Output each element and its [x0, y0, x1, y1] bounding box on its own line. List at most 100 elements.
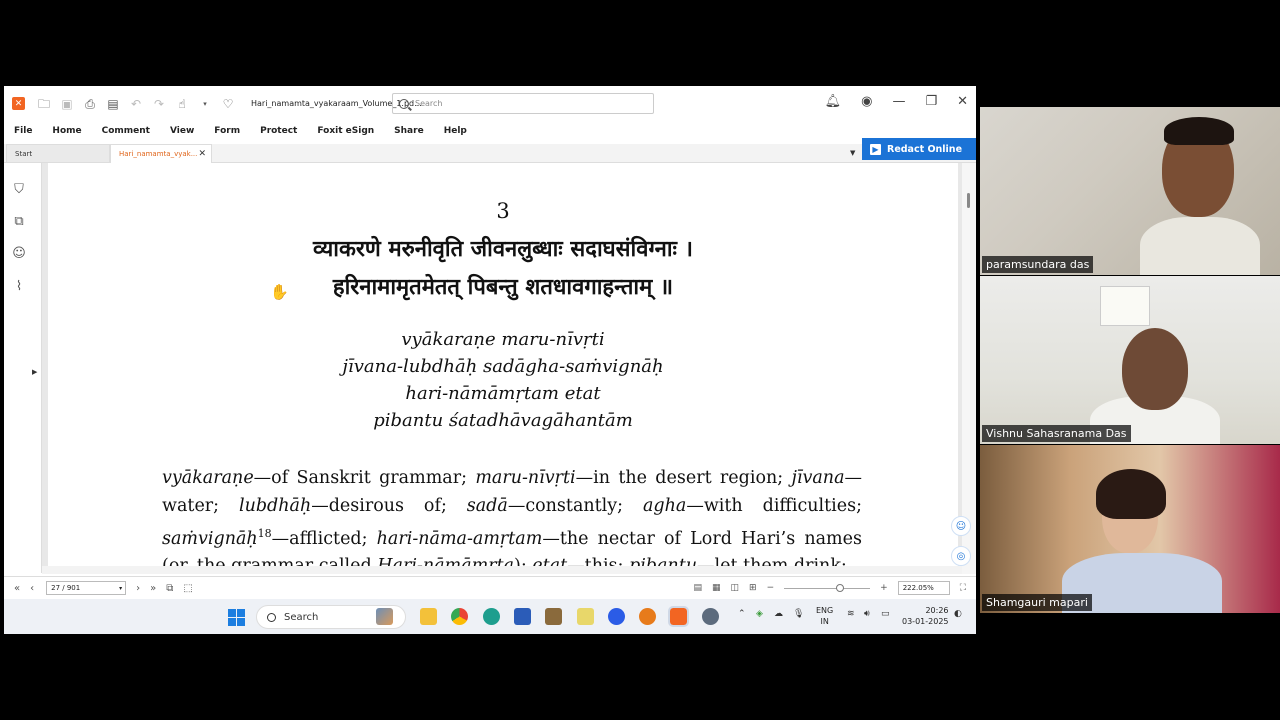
redact-online-button[interactable]: ▶ Redact Online: [862, 138, 976, 160]
menu-home[interactable]: Home: [52, 126, 81, 136]
magnifier-app-icon[interactable]: [639, 608, 656, 625]
chrome-icon[interactable]: [451, 608, 468, 625]
attachment-icon[interactable]: ⌇: [12, 280, 26, 294]
hand-tool-icon[interactable]: ☝: [175, 98, 189, 110]
wifi-icon[interactable]: ≋: [847, 609, 855, 619]
menu-view[interactable]: View: [170, 126, 194, 136]
menu-foxit-esign[interactable]: Foxit eSign: [317, 126, 374, 136]
battery-icon[interactable]: ▭: [881, 609, 890, 619]
continuous-facing-icon[interactable]: ⊞: [749, 583, 757, 593]
verse-number: 3: [496, 199, 510, 223]
gloss: —desirous of;: [311, 495, 467, 516]
notification-icon[interactable]: ◐: [954, 609, 962, 619]
zoom-out-icon[interactable]: −: [767, 583, 775, 593]
tray-app-icon[interactable]: ◈: [756, 609, 763, 619]
close-button[interactable]: ✕: [957, 94, 968, 109]
zoom-in-icon[interactable]: +: [880, 583, 888, 593]
notes-icon[interactable]: [577, 608, 594, 625]
bell-icon[interactable]: 🔔︎: [825, 94, 842, 109]
bookmark-icon[interactable]: ⛉: [12, 183, 26, 197]
book-app-icon[interactable]: [545, 608, 562, 625]
participant-video-1[interactable]: paramsundara das: [980, 107, 1280, 275]
redact-online-label: Redact Online: [887, 143, 963, 155]
page-number-input[interactable]: 27 / 901 ▾: [46, 581, 127, 595]
comments-icon[interactable]: ☺: [12, 247, 26, 261]
participant-video-3[interactable]: Shamgauri mapari: [980, 445, 1280, 613]
fit-page-icon[interactable]: ⬚: [183, 583, 192, 594]
menu-share[interactable]: Share: [394, 126, 424, 136]
settings-taskbar-icon[interactable]: [702, 608, 719, 625]
volume-icon[interactable]: 🔊︎: [864, 609, 870, 619]
zoom-slider[interactable]: [784, 583, 871, 592]
participant-hair: [1164, 117, 1234, 145]
minimize-button[interactable]: —: [892, 94, 905, 109]
open-folder-icon[interactable]: 🗀: [37, 98, 51, 110]
menu-help[interactable]: Help: [444, 126, 467, 136]
footnote-marker[interactable]: 18: [258, 527, 272, 540]
bookmark-heart-icon[interactable]: ♡: [221, 98, 235, 110]
zoom-app-icon[interactable]: [608, 608, 625, 625]
tray-chevron-icon[interactable]: ⌃: [738, 609, 746, 619]
word-icon[interactable]: [514, 608, 531, 625]
properties-icon[interactable]: ▤: [106, 98, 120, 110]
redo-icon[interactable]: ↷: [152, 98, 166, 110]
copy-page-icon[interactable]: ⧉: [166, 583, 173, 594]
navigation-panel: ⛉ ⧉ ☺ ⌇ ▶: [4, 163, 42, 573]
sanskrit-verse-line-2: हरिनामामृतमेतत् पिबन्तु शतधावगाहन्ताम् ॥: [332, 274, 674, 300]
foxit-taskbar-icon[interactable]: [668, 606, 689, 627]
facing-icon[interactable]: ◫: [731, 583, 740, 593]
menu-protect[interactable]: Protect: [260, 126, 297, 136]
participant-video-2[interactable]: Vishnu Sahasranama Das: [980, 276, 1280, 444]
zoom-slider-knob[interactable]: [836, 583, 845, 592]
start-windows-icon[interactable]: [228, 609, 245, 626]
clock-time: 20:26: [925, 606, 949, 615]
window-controls: 🔔︎ ◉ — ❐ ✕: [825, 94, 968, 109]
maximize-button[interactable]: ❐: [925, 94, 937, 109]
gloss: —with difficulties;: [686, 495, 862, 516]
chat-assistant-icon[interactable]: ☺: [951, 516, 971, 536]
first-page-icon[interactable]: «: [14, 583, 20, 594]
tabs-dropdown-icon[interactable]: ▼: [850, 149, 855, 157]
single-page-icon[interactable]: ▤: [694, 583, 703, 593]
fullscreen-icon[interactable]: ⛶: [960, 583, 966, 593]
ai-assistant-icon[interactable]: ◎: [951, 546, 971, 566]
last-page-icon[interactable]: »: [150, 583, 156, 594]
account-icon[interactable]: ◉: [861, 94, 872, 109]
scrollbar-thumb[interactable]: [967, 193, 970, 208]
language-indicator[interactable]: ENG IN: [816, 605, 833, 627]
zoom-level-input[interactable]: 222.05%: [897, 581, 950, 595]
whatsapp-icon[interactable]: [483, 608, 500, 625]
prev-page-icon[interactable]: ‹: [30, 583, 34, 594]
document-viewer[interactable]: 3 व्याकरणे मरुनीवृति जीवनलुब्धाः सदाघसंव…: [42, 163, 962, 574]
gloss: —of Sanskrit grammar;: [253, 468, 476, 488]
tab-start[interactable]: Start: [6, 144, 110, 163]
vertical-scrollbar[interactable]: [962, 163, 976, 574]
continuous-icon[interactable]: ▦: [712, 583, 721, 593]
tab-document[interactable]: Hari_namamta_vyak... ✕: [110, 144, 212, 163]
pages-icon[interactable]: ⧉: [12, 215, 26, 229]
participant-name-tag: paramsundara das: [982, 256, 1094, 273]
search-input[interactable]: Search: [392, 93, 654, 114]
tab-document-label: Hari_namamta_vyak...: [119, 150, 198, 158]
widget-icon[interactable]: [376, 608, 393, 625]
menu-form[interactable]: Form: [214, 126, 240, 136]
print-icon[interactable]: ⎙: [83, 98, 97, 110]
menu-comment[interactable]: Comment: [102, 126, 150, 136]
next-page-icon[interactable]: ›: [136, 583, 140, 594]
sanskrit-verse-line-1: व्याकरणे मरुनीवृति जीवनलुब्धाः सदाघसंविग…: [313, 236, 693, 262]
customize-dropdown-icon[interactable]: ▾: [198, 98, 212, 110]
microphone-icon[interactable]: 🎙︎: [793, 609, 804, 619]
term: agha: [642, 495, 687, 516]
close-tab-icon[interactable]: ✕: [198, 149, 206, 159]
file-explorer-icon[interactable]: [420, 608, 437, 625]
expand-panel-icon[interactable]: ▶: [32, 368, 37, 376]
status-bar: « ‹ 27 / 901 ▾ › » ⧉ ⬚ ▤ ▦ ◫ ⊞ − + 222.0…: [4, 576, 976, 599]
transliteration-line-2: jīvana-lubdhāḥ sadāgha-saṁvignāḥ: [342, 356, 664, 377]
system-clock[interactable]: 20:26 03-01-2025: [902, 605, 949, 627]
page-dropdown-icon[interactable]: ▾: [119, 585, 122, 592]
horizontal-scrollbar[interactable]: [42, 566, 962, 574]
undo-icon[interactable]: ↶: [129, 98, 143, 110]
save-icon[interactable]: ▣: [60, 98, 74, 110]
menu-file[interactable]: File: [14, 126, 32, 136]
onedrive-icon[interactable]: ☁: [774, 609, 783, 619]
